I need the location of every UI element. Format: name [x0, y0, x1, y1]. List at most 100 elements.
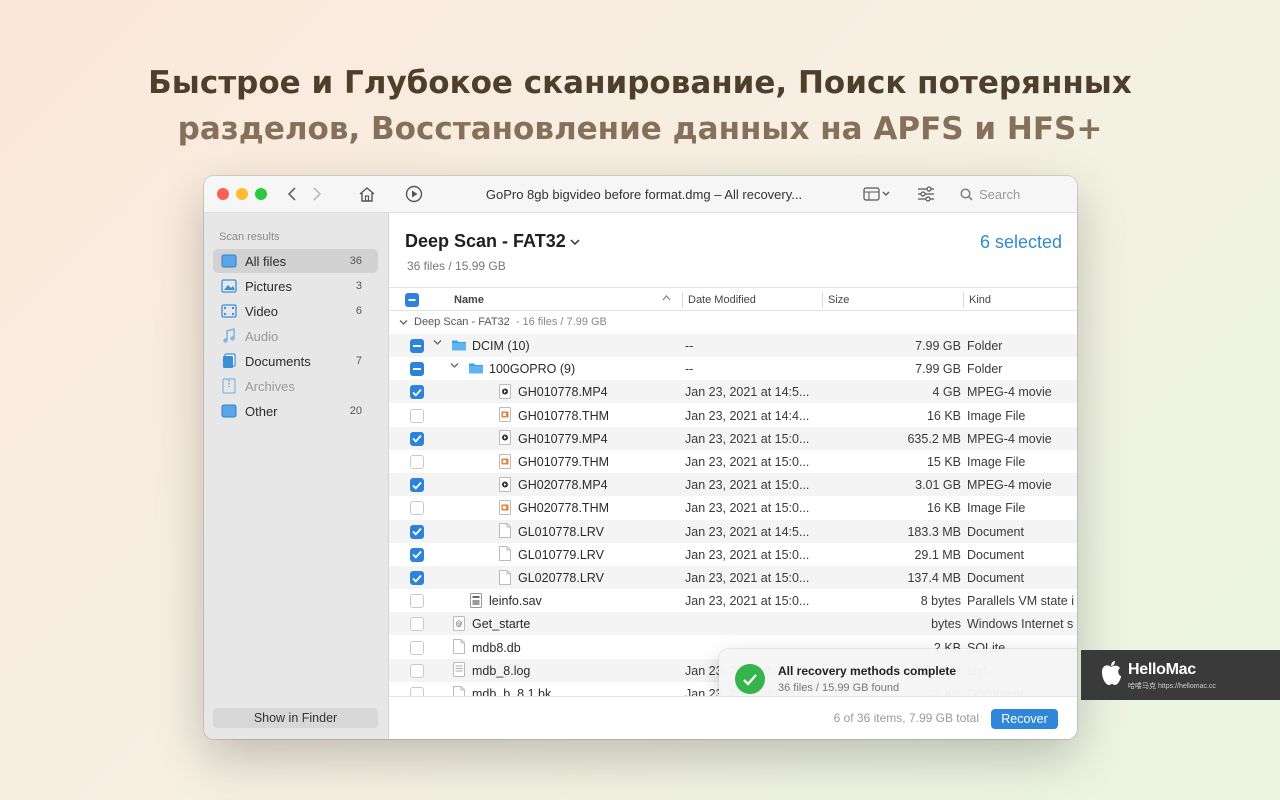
- sidebar-item-label: Archives: [245, 378, 295, 394]
- sidebar-item-count: 7: [355, 355, 362, 367]
- sidebar-item-all-files[interactable]: All files 36: [213, 249, 378, 273]
- document-file-icon: [497, 546, 513, 562]
- sidebar-item-other[interactable]: Other 20: [213, 399, 378, 423]
- column-kind[interactable]: Kind: [969, 294, 991, 306]
- row-checkbox[interactable]: [410, 594, 424, 609]
- file-name: GL010778.LRV: [518, 524, 604, 539]
- table-row[interactable]: GH010778.MP4 Jan 23, 2021 at 14:5... 4 GB M…: [389, 380, 1077, 404]
- documents-icon: [221, 353, 237, 369]
- home-icon[interactable]: [356, 183, 378, 205]
- file-name: GL020778.LRV: [518, 571, 604, 585]
- row-checkbox[interactable]: [410, 385, 424, 400]
- headline: Быстрое и Глубокое сканирование, Поиск п…: [0, 60, 1280, 152]
- sort-ascending-icon[interactable]: [662, 293, 671, 305]
- folder-icon: [451, 337, 467, 353]
- column-name[interactable]: Name: [454, 294, 484, 306]
- chevron-down-icon[interactable]: [450, 361, 459, 372]
- table-row[interactable]: leinfo.sav Jan 23, 2021 at 15:0... 8 bytes…: [389, 589, 1077, 612]
- table-row[interactable]: GH010778.THM Jan 23, 2021 at 14:4... 16 KB…: [389, 404, 1077, 427]
- file-kind: Folder: [967, 362, 1003, 377]
- table-row[interactable]: GH010779.THM Jan 23, 2021 at 15:0... 15 KB…: [389, 450, 1077, 473]
- file-name: leinfo.sav: [489, 594, 542, 609]
- resume-scan-icon[interactable]: [403, 183, 425, 205]
- table-row[interactable]: GH020778.THM Jan 23, 2021 at 15:0... 16 KB…: [389, 496, 1077, 519]
- selection-status: 6 of 36 items, 7.99 GB total: [833, 711, 979, 725]
- other-icon: [221, 403, 237, 419]
- save-file-icon: [468, 592, 484, 608]
- forward-icon[interactable]: [309, 183, 325, 205]
- table-row[interactable]: DCIM (10) -- 7.99 GB Folder: [389, 334, 1077, 357]
- row-checkbox[interactable]: [410, 431, 424, 446]
- sidebar-item-video[interactable]: Video 6: [213, 299, 378, 323]
- file-size: 8 bytes: [920, 594, 961, 609]
- table-row[interactable]: GH020778.MP4 Jan 23, 2021 at 15:0... 3.01 …: [389, 473, 1077, 497]
- row-checkbox[interactable]: [410, 663, 424, 678]
- row-checkbox[interactable]: [410, 617, 424, 632]
- row-checkbox[interactable]: [410, 524, 424, 539]
- row-checkbox[interactable]: [410, 571, 424, 585]
- select-all-checkbox[interactable]: [405, 293, 419, 310]
- file-date: Jan 23, 2021 at 15:0...: [685, 455, 810, 469]
- close-window-button[interactable]: [217, 188, 229, 200]
- row-checkbox[interactable]: [410, 640, 424, 655]
- sidebar-item-archives[interactable]: Archives: [213, 374, 378, 398]
- file-name: GH010779.MP4: [518, 431, 608, 446]
- image-file-icon: [497, 453, 513, 469]
- window-title: GoPro 8gb bigvideo before format.dmg – A…: [485, 187, 803, 202]
- file-size: 3.01 GB: [915, 478, 961, 493]
- minimize-window-button[interactable]: [236, 188, 248, 200]
- document-file-icon: [451, 639, 467, 655]
- view-options-icon[interactable]: [862, 183, 892, 205]
- table-row[interactable]: 100GOPRO (9) -- 7.99 GB Folder: [389, 357, 1077, 380]
- scan-title: Deep Scan - FAT32: [405, 231, 566, 251]
- row-checkbox[interactable]: [410, 455, 424, 469]
- column-size[interactable]: Size: [828, 294, 849, 306]
- table-row[interactable]: GL020778.LRV Jan 23, 2021 at 15:0... 137.4…: [389, 566, 1077, 589]
- row-checkbox[interactable]: [410, 362, 424, 377]
- row-checkbox[interactable]: [410, 687, 424, 696]
- zoom-window-button[interactable]: [255, 188, 267, 200]
- table-row[interactable]: GL010778.LRV Jan 23, 2021 at 14:5... 183.3…: [389, 519, 1077, 543]
- row-checkbox[interactable]: [410, 501, 424, 516]
- filter-settings-icon[interactable]: [916, 183, 936, 205]
- row-checkbox[interactable]: [410, 339, 424, 353]
- table-row[interactable]: GL010779.LRV Jan 23, 2021 at 15:0... 29.1 …: [389, 543, 1077, 566]
- video-icon: [221, 303, 237, 319]
- sidebar: Scan results All files 36 Pictures 3 Video 6 A…: [204, 213, 389, 739]
- file-size: 7.99 GB: [915, 339, 961, 353]
- group-meta: - 16 files / 7.99 GB: [515, 316, 607, 328]
- sidebar-item-label: Video: [245, 303, 279, 319]
- show-in-finder-button[interactable]: Show in Finder: [213, 708, 378, 728]
- watermark: HelloMac 哈喽马克 https://hellomac.cc: [1081, 650, 1280, 700]
- selected-count[interactable]: 6 selected: [980, 232, 1062, 253]
- row-checkbox[interactable]: [410, 408, 424, 423]
- sidebar-item-pictures[interactable]: Pictures 3: [213, 274, 378, 298]
- back-icon[interactable]: [284, 183, 300, 205]
- file-size: 4 GB: [932, 385, 962, 400]
- toast-subtitle: 36 files / 15.99 GB found: [778, 682, 900, 694]
- column-separator: [682, 292, 683, 308]
- row-checkbox[interactable]: [410, 478, 424, 493]
- search-icon: [960, 188, 973, 201]
- column-date[interactable]: Date Modified: [688, 294, 756, 306]
- file-kind: Document: [967, 524, 1024, 539]
- file-size: bytes: [931, 617, 961, 632]
- group-row[interactable]: Deep Scan - FAT32 - 16 files / 7.99 GB: [389, 312, 1077, 332]
- search-field[interactable]: Search: [954, 183, 1064, 206]
- pictures-icon: [221, 278, 237, 294]
- table-row[interactable]: GH010779.MP4 Jan 23, 2021 at 15:0... 635.2…: [389, 426, 1077, 450]
- archives-icon: [221, 378, 237, 394]
- headline-line-1: Быстрое и Глубокое сканирование, Поиск п…: [148, 65, 1132, 101]
- sidebar-item-audio[interactable]: Audio: [213, 324, 378, 348]
- search-placeholder: Search: [979, 187, 1021, 202]
- file-date: Jan 23, 2021 at 15:0...: [685, 594, 810, 609]
- row-checkbox[interactable]: [410, 547, 424, 562]
- recover-button[interactable]: Recover: [991, 709, 1058, 729]
- sidebar-item-count: 3: [355, 280, 362, 292]
- file-name: GH020778.THM: [518, 501, 610, 516]
- table-row[interactable]: @ Get_starte bytes Windows Internet s: [389, 612, 1077, 636]
- sidebar-item-documents[interactable]: Documents 7: [213, 349, 378, 373]
- sidebar-item-label: Documents: [245, 353, 311, 369]
- chevron-down-icon[interactable]: [433, 338, 442, 349]
- scan-title-dropdown[interactable]: Deep Scan - FAT32: [405, 231, 580, 252]
